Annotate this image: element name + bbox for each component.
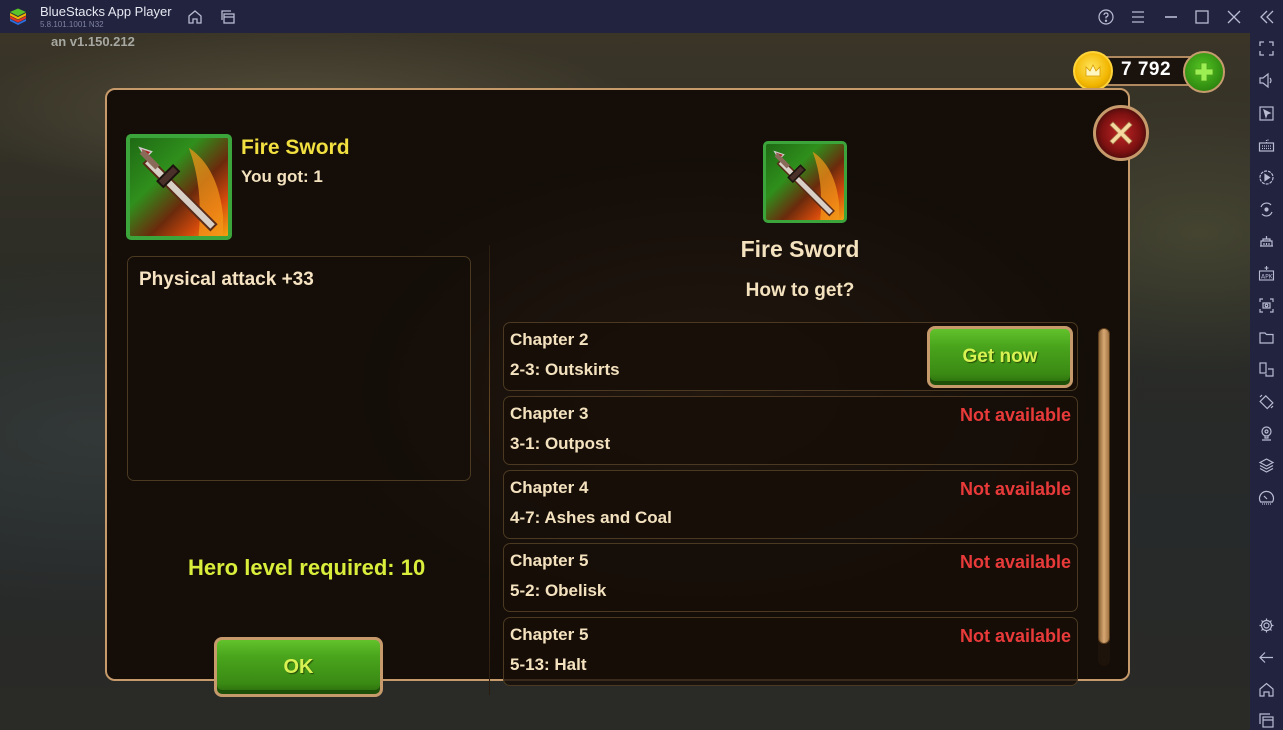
- maximize-icon[interactable]: [1193, 8, 1211, 26]
- hero-level-required: Hero level required: 10: [188, 555, 426, 580]
- game-version: an v1.150.212: [51, 34, 135, 49]
- item-name: Fire Sword: [241, 136, 350, 159]
- sync-icon[interactable]: [1258, 201, 1275, 218]
- location-icon[interactable]: [1258, 425, 1275, 442]
- source-chapter: Chapter 5: [510, 625, 589, 644]
- scrollbar-thumb[interactable]: [1098, 328, 1110, 644]
- bluestacks-logo-icon: [8, 8, 28, 26]
- home-icon[interactable]: [186, 8, 204, 26]
- title-bar: BlueStacks App Player 5.8.101.1001 N32: [0, 0, 1283, 33]
- app-title: BlueStacks App Player: [40, 4, 172, 19]
- macro-record-icon[interactable]: [1258, 169, 1275, 186]
- source-chapter: Chapter 5: [510, 551, 589, 570]
- stat-physical-attack: Physical attack +33: [139, 269, 314, 290]
- crown-coin-icon: [1073, 51, 1113, 91]
- panel-divider: [489, 245, 490, 695]
- source-list-scrollbar[interactable]: [1098, 328, 1110, 666]
- source-stage: 5-2: Obelisk: [510, 581, 607, 600]
- right-item-name: Fire Sword: [740, 236, 860, 262]
- minimize-icon[interactable]: [1162, 8, 1180, 26]
- dialog-close-button[interactable]: [1093, 105, 1149, 161]
- source-row: Chapter 5 5-13: Halt Not available: [503, 617, 1078, 686]
- plus-icon: [1194, 62, 1214, 82]
- source-status: Not available: [959, 405, 1071, 425]
- stats-box: Physical attack +33: [127, 256, 471, 481]
- source-status: Not available: [959, 626, 1071, 646]
- close-x-icon: [1109, 121, 1133, 145]
- source-stage: 2-3: Outskirts: [510, 360, 620, 379]
- collapse-sidebar-icon[interactable]: [1258, 8, 1276, 26]
- keyboard-icon[interactable]: [1258, 137, 1275, 154]
- pointer-icon[interactable]: [1258, 105, 1275, 122]
- source-row: Chapter 3 3-1: Outpost Not available: [503, 396, 1078, 465]
- close-icon[interactable]: [1225, 8, 1243, 26]
- multi-instance-icon[interactable]: [219, 8, 237, 26]
- recent-apps-icon[interactable]: [1258, 712, 1275, 729]
- fullscreen-icon[interactable]: [1258, 40, 1275, 57]
- screenshot-icon[interactable]: [1258, 297, 1275, 314]
- how-to-get-heading: How to get?: [745, 280, 855, 301]
- source-chapter: Chapter 4: [510, 478, 589, 497]
- source-stage: 3-1: Outpost: [510, 434, 611, 453]
- currency-value: 7 792: [1121, 59, 1172, 80]
- ok-button-label: OK: [283, 656, 314, 678]
- right-sidebar: APK: [1250, 33, 1283, 730]
- apk-install-icon[interactable]: APK: [1258, 265, 1275, 282]
- source-row: Chapter 5 5-2: Obelisk Not available: [503, 543, 1078, 612]
- volume-icon[interactable]: [1258, 72, 1275, 89]
- get-now-label: Get now: [962, 346, 1038, 367]
- source-row: Chapter 4 4-7: Ashes and Coal Not availa…: [503, 470, 1078, 539]
- svg-text:APK: APK: [1261, 274, 1274, 281]
- multi-instance-sidebar-icon[interactable]: [1258, 361, 1275, 378]
- source-chapter: Chapter 3: [510, 404, 589, 423]
- fire-sword-small-icon: [763, 141, 847, 223]
- help-icon[interactable]: [1097, 8, 1115, 26]
- source-stage: 5-13: Halt: [510, 655, 587, 674]
- get-now-button[interactable]: Get now: [927, 326, 1073, 388]
- source-chapter: Chapter 2: [510, 330, 589, 349]
- settings-icon[interactable]: [1258, 617, 1275, 634]
- menu-icon[interactable]: [1129, 8, 1147, 26]
- app-version: 5.8.101.1001 N32: [40, 20, 104, 29]
- source-status: Not available: [959, 552, 1071, 572]
- add-currency-button[interactable]: [1183, 51, 1225, 93]
- source-status: Not available: [959, 479, 1071, 499]
- layers-icon[interactable]: [1258, 457, 1275, 474]
- source-stage: 4-7: Ashes and Coal: [510, 508, 672, 527]
- source-list: Chapter 2 2-3: Outskirts Get now Chapter…: [503, 322, 1079, 688]
- folder-icon[interactable]: [1258, 329, 1275, 346]
- eco-mode-icon[interactable]: [1258, 489, 1275, 506]
- fire-sword-icon: [126, 134, 232, 240]
- ok-button[interactable]: OK: [214, 637, 383, 697]
- home-sidebar-icon[interactable]: [1258, 681, 1275, 698]
- owned-count: You got: 1: [241, 167, 323, 186]
- rotate-icon[interactable]: [1258, 393, 1275, 410]
- gold-currency: 7 792: [1073, 50, 1227, 93]
- source-row: Chapter 2 2-3: Outskirts Get now: [503, 322, 1078, 391]
- back-icon[interactable]: [1258, 649, 1275, 666]
- game-controls-icon[interactable]: [1258, 233, 1275, 250]
